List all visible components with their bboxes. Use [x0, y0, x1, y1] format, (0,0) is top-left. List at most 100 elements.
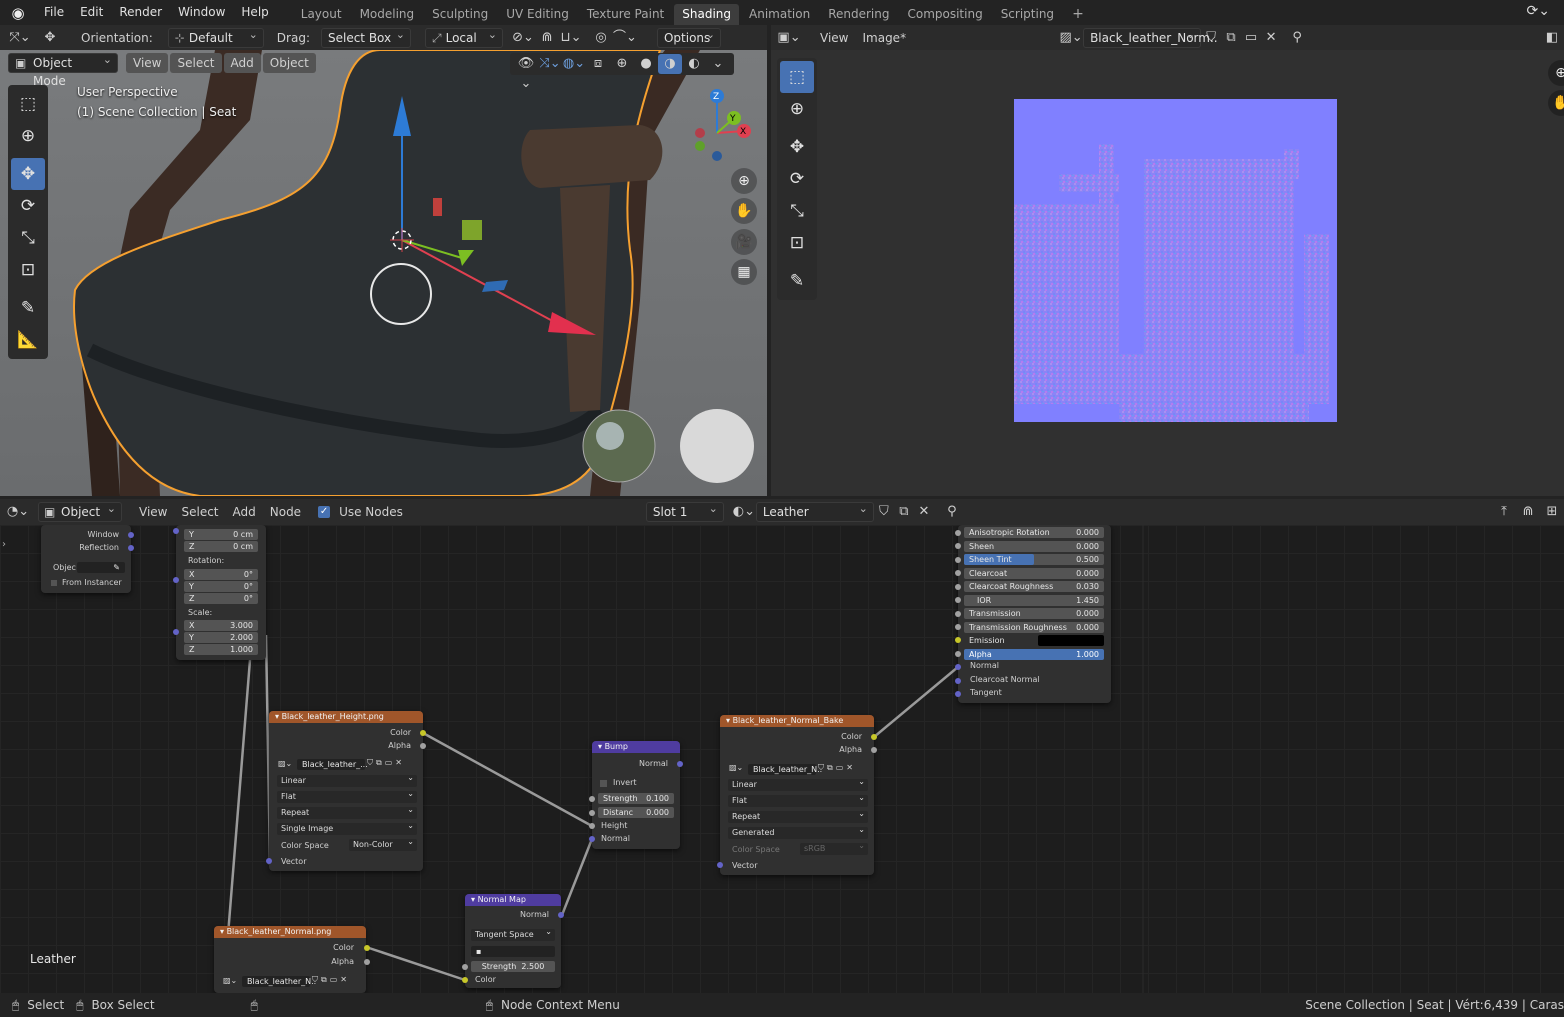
- bsdf-sheen-tint-field[interactable]: Sheen Tint 0.500: [964, 554, 1104, 565]
- socket-height-alpha-out[interactable]: [420, 743, 426, 749]
- transform-tool-icon[interactable]: ⤧⌄: [8, 28, 32, 48]
- image-browse-icon[interactable]: ▨⌄: [1059, 28, 1083, 48]
- node-snap-icon[interactable]: ⋒: [1516, 502, 1540, 522]
- pan-hand-icon[interactable]: ✋: [731, 198, 757, 224]
- scale-tool-icon[interactable]: ⤡: [11, 222, 45, 254]
- image-select-tool-icon[interactable]: ⬚: [780, 61, 814, 93]
- texture-coordinate-node[interactable]: Window Reflection Objec ✎ From Instancer: [41, 525, 131, 593]
- select-box-tool-icon[interactable]: ⬚: [11, 88, 45, 120]
- socket-bsdf-tangent[interactable]: [955, 691, 961, 697]
- socket-mapping-rotation-in[interactable]: [173, 577, 179, 583]
- normal-tex-browse-icon[interactable]: ▨⌄: [223, 976, 237, 985]
- orientation-dropdown[interactable]: ⊹ Default: [167, 26, 264, 48]
- overlay-toggle-icon[interactable]: ◍⌄: [562, 54, 586, 74]
- tab-scripting[interactable]: Scripting: [993, 4, 1062, 25]
- socket-normal-bake-color-out[interactable]: [871, 734, 877, 740]
- height-image-browse-icon[interactable]: ▨⌄: [278, 759, 292, 768]
- normal-tex-image-field[interactable]: Black_leather_N..: [242, 976, 316, 987]
- bump-header[interactable]: ▾ Bump: [592, 741, 680, 753]
- navigation-gizmo[interactable]: Z Y X: [682, 88, 762, 168]
- socket-bsdf-transmission-roughness[interactable]: [955, 624, 961, 630]
- camera-view-icon[interactable]: 🎥: [731, 229, 757, 255]
- height-source-dropdown[interactable]: Single Image: [277, 820, 417, 835]
- socket-normal-tex-color-out[interactable]: [364, 945, 370, 951]
- sidebar-toggle-icon[interactable]: ◧: [1540, 28, 1564, 48]
- tab-layout[interactable]: Layout: [293, 4, 350, 25]
- image-transform-tool-icon[interactable]: ⊡: [780, 227, 814, 259]
- normal-map-node[interactable]: ▾ Normal Map Normal Tangent Space ▪ Stre…: [465, 894, 561, 988]
- node-menu-node[interactable]: Node: [263, 502, 308, 522]
- normal-bake-interpolation-dropdown[interactable]: Linear: [728, 776, 868, 791]
- normal-map-uv-map-field[interactable]: ▪: [471, 946, 555, 957]
- from-instancer-checkbox[interactable]: [51, 580, 57, 586]
- material-unlink-icon[interactable]: ✕: [914, 502, 934, 522]
- texcoord-object-field[interactable]: ✎: [77, 562, 125, 573]
- rotation-x-field[interactable]: X 0°: [184, 569, 258, 580]
- image-rotate-tool-icon[interactable]: ⟳: [780, 163, 814, 195]
- tab-rendering[interactable]: Rendering: [820, 4, 897, 25]
- socket-height-vector-in[interactable]: [266, 858, 272, 864]
- mapping-node[interactable]: Y0 cm Z0 cm Rotation: X 0° Y 0° Z 0° Scale:…: [176, 525, 266, 660]
- use-nodes-checkbox[interactable]: ✓: [318, 506, 331, 518]
- normal-texture-header[interactable]: ▾ Black_leather_Normal.png: [214, 926, 366, 938]
- add-workspace-button[interactable]: +: [1064, 4, 1092, 25]
- node-grid-icon[interactable]: ⊞: [1540, 502, 1564, 522]
- wireframe-shading-icon[interactable]: ⊕: [610, 54, 634, 74]
- material-name-field[interactable]: Leather: [755, 500, 874, 522]
- rotate-tool-icon[interactable]: ⟳: [11, 190, 45, 222]
- socket-normal-map-color-in[interactable]: [462, 977, 468, 983]
- socket-height-color-out[interactable]: [420, 730, 426, 736]
- socket-bsdf-normal[interactable]: [955, 664, 961, 670]
- bump-node[interactable]: ▾ Bump Normal Invert Strength 0.100 Dista…: [592, 741, 680, 849]
- tab-shading[interactable]: Shading: [674, 4, 739, 25]
- material-duplicate-icon[interactable]: ⧉: [894, 502, 914, 522]
- socket-bsdf-ior[interactable]: [955, 597, 961, 603]
- pin-icon[interactable]: ⚲: [1285, 28, 1309, 48]
- viewport-menu-view[interactable]: View: [126, 53, 169, 73]
- bsdf-transmission-roughness-field[interactable]: Transmission Roughness 0.000: [964, 621, 1104, 633]
- socket-normal-tex-alpha-out[interactable]: [364, 959, 370, 965]
- bsdf-sheen-field[interactable]: Sheen 0.000: [964, 540, 1104, 552]
- rotation-z-field[interactable]: Z 0°: [184, 593, 258, 604]
- tab-uv-editing[interactable]: UV Editing: [498, 4, 577, 25]
- object-eyedropper-icon[interactable]: ✎: [113, 562, 120, 573]
- new-image-icon[interactable]: ⧉: [1221, 28, 1241, 48]
- normal-bake-texture-node[interactable]: ▾ Black_leather_Normal_Bake Color Alpha …: [720, 715, 874, 875]
- socket-window[interactable]: [128, 532, 134, 538]
- normal-bake-header[interactable]: ▾ Black_leather_Normal_Bake: [720, 715, 874, 727]
- image-pan-icon[interactable]: ✋: [1548, 90, 1564, 116]
- solid-shading-icon[interactable]: ●: [634, 54, 658, 74]
- socket-reflection[interactable]: [128, 545, 134, 551]
- unlink-image-icon[interactable]: ✕: [1261, 28, 1281, 48]
- rotation-y-field[interactable]: Y 0°: [184, 581, 258, 592]
- bsdf-transmission-field[interactable]: Transmission 0.000: [964, 608, 1104, 619]
- menu-render[interactable]: Render: [111, 0, 170, 25]
- material-fake-user-icon[interactable]: ⛉: [874, 502, 894, 522]
- bsdf-emission-field[interactable]: Emission: [964, 635, 1104, 646]
- principled-bsdf-node[interactable]: Anisotropic Rotation 0.000 Sheen 0.000 Sheen…: [958, 525, 1111, 703]
- mode-dropdown[interactable]: ▣ Object Mode: [8, 51, 118, 88]
- node-menu-select[interactable]: Select: [174, 502, 225, 522]
- normal-bake-projection-dropdown[interactable]: Flat: [728, 792, 868, 807]
- material-shading-icon[interactable]: ◑: [658, 54, 682, 74]
- socket-mapping-scale-in[interactable]: [173, 629, 179, 635]
- ortho-grid-icon[interactable]: ▦: [731, 259, 757, 285]
- scale-y-field[interactable]: Y 2.000: [184, 632, 258, 643]
- gizmo-toggle-icon[interactable]: ⤨⌄: [538, 54, 562, 74]
- drag-dropdown[interactable]: Select Box: [320, 26, 411, 48]
- node-menu-view[interactable]: View: [132, 502, 174, 522]
- measure-tool-icon[interactable]: 📐: [11, 324, 45, 356]
- magnet-icon[interactable]: ⋒: [535, 28, 559, 48]
- bsdf-clearcoat-field[interactable]: Clearcoat 0.000: [964, 567, 1104, 579]
- blender-logo-icon[interactable]: ◉: [0, 4, 36, 22]
- socket-bsdf-clearcoat-normal[interactable]: [955, 678, 961, 684]
- normal-bake-browse-icon[interactable]: ▨⌄: [729, 763, 743, 772]
- zoom-icon[interactable]: ⊕: [731, 168, 757, 194]
- socket-bsdf-clearcoat-roughness[interactable]: [955, 584, 961, 590]
- socket-bsdf-anisotropic-rotation[interactable]: [955, 530, 961, 536]
- tab-texture-paint[interactable]: Texture Paint: [579, 4, 672, 25]
- viewport-menu-add[interactable]: Add: [223, 53, 261, 73]
- menu-help[interactable]: Help: [233, 0, 276, 25]
- viewport-menu-select[interactable]: Select: [170, 53, 222, 73]
- node-pin-icon[interactable]: ⚲: [940, 502, 964, 522]
